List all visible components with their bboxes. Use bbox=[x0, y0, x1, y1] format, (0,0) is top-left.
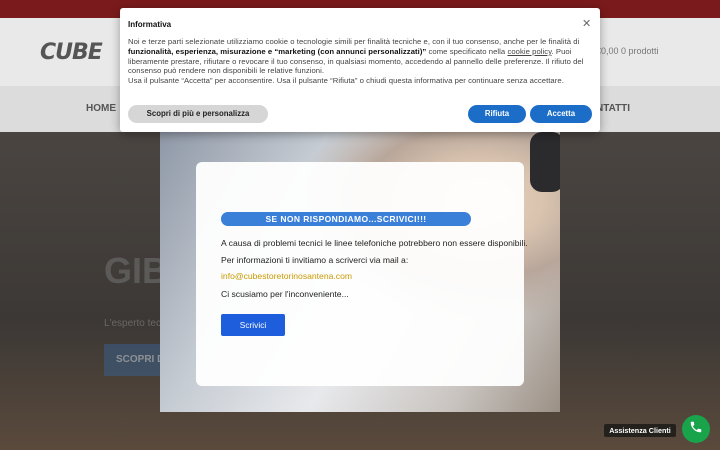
cookie-text: Noi e terze parti selezionate utilizziam… bbox=[128, 37, 588, 86]
cookie-text-2: come specificato nella bbox=[426, 46, 508, 56]
contact-popup: SE NON RISPONDIAMO...SCRIVICI!!! A causa… bbox=[160, 132, 560, 412]
site-logo[interactable]: CUBE bbox=[40, 40, 103, 65]
nav-item-contatti[interactable]: NTATTI bbox=[596, 103, 630, 114]
popup-line-3: Ci scusiamo per l'inconveniente... bbox=[221, 289, 349, 299]
support-label[interactable]: Assistenza Clienti bbox=[604, 424, 676, 437]
personalize-button[interactable]: Scopri di più e personalizza bbox=[128, 105, 268, 123]
cookie-title: Informativa bbox=[128, 20, 172, 29]
accept-button[interactable]: Accetta bbox=[530, 105, 592, 123]
reject-button[interactable]: Rifiuta bbox=[468, 105, 526, 123]
cookie-text-1: Noi e terze parti selezionate utilizziam… bbox=[128, 37, 580, 46]
cookie-text-4: Usa il pulsante “Accetta” per acconsenti… bbox=[128, 76, 564, 86]
popup-line-1: A causa di problemi tecnici le linee tel… bbox=[221, 238, 528, 248]
popup-heading: SE NON RISPONDIAMO...SCRIVICI!!! bbox=[221, 212, 471, 226]
headset-image bbox=[530, 132, 560, 192]
nav-item-home[interactable]: HOME bbox=[86, 103, 116, 114]
popup-card: SE NON RISPONDIAMO...SCRIVICI!!! A causa… bbox=[196, 162, 528, 386]
popup-line-2: Per informazioni ti invitiamo a scriverc… bbox=[221, 255, 409, 265]
cookie-text-bold: funzionalità, esperienza, misurazione e … bbox=[128, 46, 427, 56]
hero-title: GIB bbox=[104, 250, 169, 291]
write-us-button[interactable]: Scrivici bbox=[221, 314, 285, 336]
cookie-banner: Informativa ✕ Noi e terze parti selezion… bbox=[120, 8, 600, 132]
phone-icon bbox=[689, 420, 703, 439]
hero-subtitle: L'esperto tecn bbox=[104, 318, 167, 329]
close-icon[interactable]: ✕ bbox=[582, 17, 591, 30]
popup-email-link[interactable]: info@cubestoretorinosantena.com bbox=[221, 271, 352, 281]
support-call-button[interactable] bbox=[682, 415, 710, 443]
cookie-policy-link[interactable]: cookie policy bbox=[507, 47, 551, 56]
cart-summary[interactable]: €0,00 0 prodotti bbox=[596, 46, 659, 56]
